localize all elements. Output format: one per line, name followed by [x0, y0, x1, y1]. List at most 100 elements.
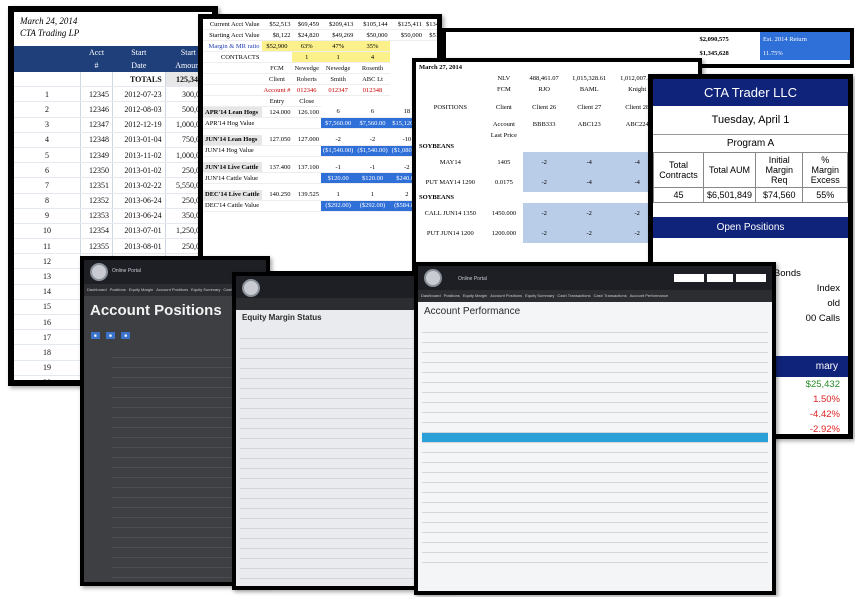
nav-item[interactable]: Cash Transactions [594, 290, 627, 302]
table-cell [733, 493, 768, 502]
table-cell [201, 548, 231, 557]
table-cell [343, 379, 377, 388]
nav-item[interactable]: Positions [110, 284, 126, 296]
table-cell [377, 559, 411, 568]
table-row[interactable] [422, 383, 768, 393]
nav-item[interactable]: Equity Summary [525, 290, 554, 302]
nav-item[interactable]: Equity Summary [191, 284, 220, 296]
start-date: 2013-11-02 [112, 147, 166, 164]
table-cell [422, 343, 457, 352]
table-row[interactable] [422, 453, 768, 463]
table-row[interactable] [422, 353, 768, 363]
nav-item[interactable]: Account Positions [490, 290, 522, 302]
table-cell [664, 543, 699, 552]
table-cell [595, 433, 630, 442]
row-index: 6 [14, 162, 81, 179]
table-row[interactable] [422, 423, 768, 433]
table-row[interactable] [422, 493, 768, 503]
table-row[interactable] [422, 403, 768, 413]
info-row: Client Roberts Smith ABC Lt [203, 73, 437, 85]
column-header-row: # Date Amount [14, 59, 212, 72]
table-row[interactable] [422, 443, 768, 453]
close-price: 126.100 [292, 106, 321, 118]
table-row[interactable] [422, 523, 768, 533]
table-cell [201, 498, 231, 507]
table-cell [630, 373, 665, 382]
contract-name: APR'14 Lean Hogs [203, 106, 262, 118]
table-row[interactable] [422, 483, 768, 493]
table-row[interactable] [422, 413, 768, 423]
strip-value-2: $1,345,628 [699, 49, 729, 57]
nav-item[interactable]: Cash Transactions [557, 290, 590, 302]
table-row[interactable] [422, 373, 768, 383]
table-cell [240, 469, 274, 478]
acct-number: 12350 [80, 162, 114, 179]
cell: $105,144 [355, 19, 390, 30]
table-cell [309, 569, 343, 578]
table-cell [699, 353, 734, 362]
table-cell [171, 368, 201, 377]
table-cell [377, 539, 411, 548]
nav-item[interactable]: Positions [444, 290, 460, 302]
info-cell: 012346 [292, 84, 321, 96]
header-field[interactable] [707, 274, 733, 282]
table-cell [112, 528, 142, 537]
table-cell [377, 429, 411, 438]
table-cell [491, 403, 526, 412]
table-cell [664, 553, 699, 562]
table-cell [377, 359, 411, 368]
toolbar-button[interactable]: ■ [91, 332, 100, 339]
table-row[interactable] [422, 473, 768, 483]
nav-item[interactable]: Dashboard [87, 284, 107, 296]
table-row[interactable] [422, 393, 768, 403]
header-field[interactable] [736, 274, 766, 282]
table-row[interactable] [422, 503, 768, 513]
table-row[interactable] [422, 433, 768, 443]
table-row: 3 12347 2012-12-19 1,000,000 [14, 117, 212, 133]
nav-item[interactable]: Equity Margin [463, 290, 487, 302]
table-cell [422, 503, 457, 512]
table-row: 1 12345 2012-07-23 300,000 [14, 86, 212, 103]
table-row[interactable] [422, 543, 768, 553]
nav-item[interactable]: Equity Margin [129, 284, 153, 296]
table-cell [309, 539, 343, 548]
table-cell [274, 429, 308, 438]
table-cell [457, 323, 492, 332]
contract-row: APR'14 Lean Hogs 124.000 126.100 6 6 18 [203, 106, 437, 118]
table-cell [526, 423, 561, 432]
table-cell [457, 453, 492, 462]
cell: -4 [565, 172, 614, 192]
table-cell [142, 428, 172, 437]
table-row[interactable] [422, 553, 768, 563]
header-field[interactable] [674, 274, 704, 282]
table-cell [699, 323, 734, 332]
metric-header: % Margin Excess [802, 152, 848, 188]
table-row[interactable] [422, 323, 768, 333]
table-cell [560, 433, 595, 442]
info-cell: Newedge [292, 62, 321, 74]
table-row[interactable] [422, 463, 768, 473]
portal-nav: Dashboard Positions Equity Margin Account P… [418, 290, 772, 302]
table-cell [171, 438, 201, 447]
table-cell [240, 389, 274, 398]
table-cell [343, 409, 377, 418]
table-row[interactable] [422, 343, 768, 353]
table-cell [630, 533, 665, 542]
cell: PUT MAY14 1290 [425, 178, 476, 186]
table-row[interactable] [422, 533, 768, 543]
metric-value: $74,560 [755, 187, 804, 203]
table-cell [377, 349, 411, 358]
nav-item[interactable]: Dashboard [421, 290, 441, 302]
nav-item[interactable]: Account Positions [156, 284, 188, 296]
toolbar-button[interactable]: ■ [121, 332, 131, 339]
toolbar-button[interactable]: ■ [106, 332, 115, 339]
table-row[interactable] [422, 363, 768, 373]
table-cell [699, 473, 734, 482]
table-row[interactable] [422, 513, 768, 523]
table-cell [560, 333, 595, 342]
table-row[interactable] [422, 333, 768, 343]
performance-grid [422, 323, 768, 563]
table-cell [733, 423, 768, 432]
nav-item[interactable]: Account Performance [630, 290, 668, 302]
table-cell [699, 503, 734, 512]
